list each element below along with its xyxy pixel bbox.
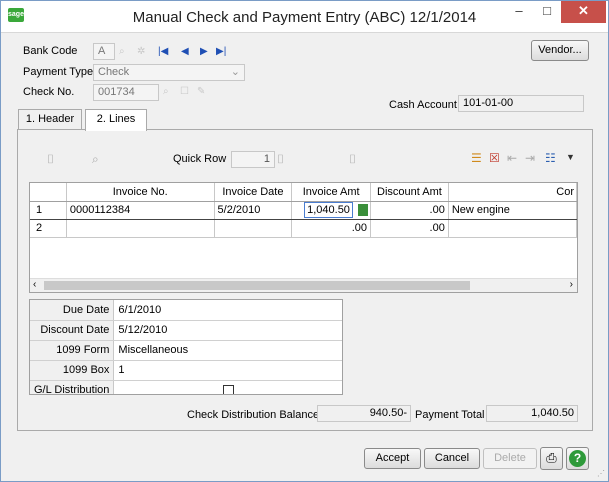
- last-record-icon[interactable]: ▶|: [216, 46, 226, 57]
- maximize-button[interactable]: □: [533, 1, 561, 23]
- help-button[interactable]: ?: [566, 447, 589, 470]
- row-detail-icon: ⌷: [349, 152, 357, 166]
- horizontal-scroll-thumb[interactable]: [44, 281, 470, 290]
- next-record-icon[interactable]: ▶: [200, 46, 208, 57]
- invoice-amt-cell[interactable]: .00: [291, 219, 371, 238]
- comment-cell[interactable]: New engine: [448, 201, 577, 220]
- previous-record-icon[interactable]: ◀: [181, 46, 189, 57]
- delete-line-icon[interactable]: ☒: [489, 151, 500, 165]
- vendor-button[interactable]: Vendor...: [531, 40, 589, 61]
- discount-amt-cell[interactable]: .00: [370, 219, 449, 238]
- outdent-icon: ⇥: [525, 151, 536, 165]
- gl-distribution-checkbox[interactable]: [222, 384, 234, 394]
- row-number: 2: [30, 219, 67, 238]
- cash-account-label: Cash Account: [389, 99, 457, 111]
- 1099-box-label: 1099 Box: [30, 360, 115, 381]
- calculator-icon[interactable]: [358, 204, 368, 217]
- detail-row: 1099 Box 1: [30, 360, 342, 381]
- check-distribution-balance-label: Check Distribution Balance: [187, 409, 320, 421]
- column-header-invoice-amt[interactable]: Invoice Amt: [291, 183, 371, 202]
- bank-code-label: Bank Code: [23, 45, 78, 57]
- 1099-form-value[interactable]: Miscellaneous: [113, 340, 342, 361]
- horizontal-scrollbar[interactable]: ‹ ›: [30, 278, 577, 292]
- column-header-invoice-date[interactable]: Invoice Date: [214, 183, 293, 202]
- print-button[interactable]: ⎙: [540, 447, 563, 470]
- lookup-icon: ⌕: [119, 46, 125, 57]
- discount-date-value[interactable]: 5/12/2010: [113, 320, 342, 341]
- payment-total-label: Payment Total: [415, 409, 485, 421]
- invoice-no-cell[interactable]: 0000112384: [66, 201, 215, 220]
- printer-icon: ⎙: [546, 450, 557, 465]
- indent-icon: ⇤: [507, 151, 518, 165]
- accept-button[interactable]: Accept: [364, 448, 421, 469]
- edit-icon: ✎: [197, 86, 206, 97]
- cancel-button[interactable]: Cancel: [424, 448, 480, 469]
- quick-row-input[interactable]: 1: [231, 151, 275, 168]
- 1099-box-value[interactable]: 1: [113, 360, 342, 381]
- detail-row: Discount Date 5/12/2010: [30, 320, 342, 341]
- insert-row-icon: ⌷: [47, 152, 55, 166]
- invoice-amt-cell[interactable]: 1,040.50: [291, 201, 371, 220]
- insert-line-icon[interactable]: ☰: [471, 151, 482, 165]
- line-details-grid: Due Date 6/1/2010 Discount Date 5/12/201…: [29, 299, 343, 395]
- invoice-date-cell[interactable]: 5/2/2010: [214, 201, 293, 220]
- customize-icon[interactable]: ☷: [545, 151, 556, 165]
- title-bar: sage Manual Check and Payment Entry (ABC…: [1, 1, 608, 33]
- dropdown-arrow-icon[interactable]: ▼: [566, 152, 575, 162]
- due-date-label: Due Date: [30, 300, 115, 321]
- scroll-right-icon[interactable]: ›: [570, 279, 573, 290]
- detail-row: G/L Distribution: [30, 380, 342, 394]
- payment-type-label: Payment Type: [23, 66, 94, 78]
- check-no-label: Check No.: [23, 86, 75, 98]
- column-header-row[interactable]: [30, 183, 67, 202]
- 1099-form-label: 1099 Form: [30, 340, 115, 361]
- table-row[interactable]: 1 0000112384 5/2/2010 1,040.50 .00 New e…: [30, 201, 577, 220]
- gl-distribution-label: G/L Distribution: [30, 380, 115, 394]
- tab-lines[interactable]: 2. Lines: [85, 109, 147, 131]
- chevron-down-icon: ⌄: [230, 66, 240, 78]
- discount-date-label: Discount Date: [30, 320, 115, 341]
- quick-row-label: Quick Row: [173, 153, 227, 165]
- column-header-invoice-no[interactable]: Invoice No.: [66, 183, 215, 202]
- comment-cell[interactable]: [448, 219, 577, 238]
- close-button[interactable]: ✕: [561, 1, 606, 23]
- column-header-discount-amt[interactable]: Discount Amt: [370, 183, 449, 202]
- help-icon: ?: [569, 450, 586, 467]
- lines-grid[interactable]: Invoice No. Invoice Date Invoice Amt Dis…: [29, 182, 578, 293]
- edit-row-icon: ⌕: [92, 152, 99, 166]
- gl-distribution-cell: [113, 380, 342, 394]
- resize-grip-icon[interactable]: ⋰: [597, 469, 605, 478]
- options-icon: ☐: [180, 86, 189, 97]
- invoice-date-cell[interactable]: [214, 219, 293, 238]
- lookup-icon: ⌕: [163, 86, 169, 97]
- check-no-input[interactable]: 001734: [93, 84, 159, 101]
- row-number: 1: [30, 201, 67, 220]
- payment-type-select[interactable]: Check ⌄: [93, 64, 245, 81]
- options-icon: ✲: [137, 46, 146, 57]
- payment-type-value: Check: [98, 66, 130, 78]
- check-distribution-balance-value: 940.50-: [317, 405, 411, 422]
- minimize-button[interactable]: –: [505, 1, 533, 23]
- row-options-icon: ⌷: [277, 152, 285, 166]
- detail-row: 1099 Form Miscellaneous: [30, 340, 342, 361]
- tab-header[interactable]: 1. Header: [18, 109, 82, 130]
- discount-amt-cell[interactable]: .00: [370, 201, 449, 220]
- due-date-value[interactable]: 6/1/2010: [113, 300, 342, 321]
- delete-button[interactable]: Delete: [483, 448, 537, 469]
- cash-account-value: 101-01-00: [458, 95, 584, 112]
- scroll-left-icon[interactable]: ‹: [33, 279, 36, 290]
- invoice-no-cell[interactable]: [66, 219, 215, 238]
- manual-check-window: sage Manual Check and Payment Entry (ABC…: [0, 0, 609, 482]
- detail-row: Due Date 6/1/2010: [30, 300, 342, 321]
- first-record-icon[interactable]: |◀: [158, 46, 168, 57]
- invoice-amt-value[interactable]: 1,040.50: [304, 202, 353, 218]
- bank-code-input[interactable]: A: [93, 43, 115, 60]
- payment-total-value: 1,040.50: [486, 405, 578, 422]
- column-header-comment[interactable]: Cor: [448, 183, 577, 202]
- table-row[interactable]: 2 .00 .00: [30, 219, 577, 238]
